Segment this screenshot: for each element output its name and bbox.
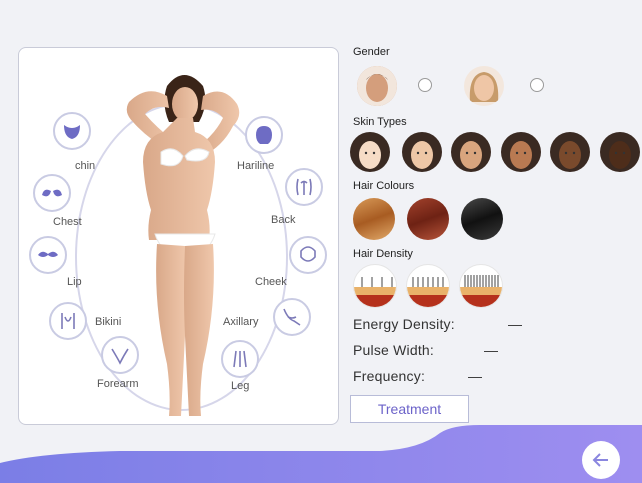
footer-wave — [0, 425, 642, 483]
hair-colour-red[interactable] — [407, 198, 449, 240]
skin-type-3[interactable] — [451, 132, 491, 172]
face-icon — [350, 132, 390, 172]
back-icon — [296, 178, 312, 196]
gender-female-avatar[interactable] — [464, 66, 504, 106]
legs-icon — [233, 350, 247, 368]
bikini-icon — [61, 313, 75, 329]
face-icon — [550, 132, 590, 172]
hair-density-medium[interactable] — [406, 264, 450, 308]
hair-colour-blonde[interactable] — [353, 198, 395, 240]
beard-icon — [64, 125, 80, 139]
skin-type-5[interactable] — [550, 132, 590, 172]
zone-chin-label: chin — [75, 160, 96, 172]
zone-leg-label: Leg — [231, 380, 250, 392]
zone-chin-button[interactable] — [53, 112, 91, 150]
zone-hairline-label: Hariline — [237, 160, 275, 172]
arrow-left-icon — [592, 453, 608, 467]
face-icon — [300, 246, 316, 262]
zone-lip-label: Lip — [67, 276, 82, 288]
woman-head-icon — [256, 126, 272, 144]
pulse-width-label: Pulse Width: — [353, 342, 434, 358]
gender-male-avatar[interactable] — [357, 66, 397, 106]
zone-back-label: Back — [271, 214, 296, 226]
zone-forearm-button[interactable] — [101, 336, 139, 374]
gender-title: Gender — [353, 46, 390, 58]
zone-bikini-label: Bikini — [95, 316, 122, 328]
skin-types-title: Skin Types — [353, 116, 407, 128]
frequency-label: Frequency: — [353, 368, 426, 384]
zone-forearm-label: Forearm — [97, 378, 139, 390]
zone-back-button[interactable] — [285, 168, 323, 206]
hair-density-title: Hair Density — [353, 248, 413, 260]
treatment-button[interactable]: Treatment — [350, 395, 469, 423]
hair-colour-black[interactable] — [461, 198, 503, 240]
skin-type-6[interactable] — [600, 132, 640, 172]
female-face-icon — [464, 66, 504, 106]
skin-type-4[interactable] — [501, 132, 541, 172]
density-high-icon — [460, 275, 502, 307]
hair-density-high[interactable] — [459, 264, 503, 308]
forearm-icon — [111, 348, 129, 365]
hair-colours-title: Hair Colours — [353, 180, 415, 192]
zone-chest-label: Chest — [53, 216, 82, 228]
face-icon — [451, 132, 491, 172]
zone-chest-button[interactable] — [33, 174, 71, 212]
frequency-value: — — [468, 368, 483, 384]
face-icon — [402, 132, 442, 172]
zone-leg-button[interactable] — [221, 340, 259, 378]
bra-icon — [42, 189, 62, 197]
hair-density-low[interactable] — [353, 264, 397, 308]
zone-cheek-label: Cheek — [255, 276, 287, 288]
male-face-icon — [357, 66, 397, 106]
gender-male-radio[interactable] — [418, 78, 432, 92]
mustache-icon — [38, 251, 58, 257]
zone-lip-button[interactable] — [29, 236, 67, 274]
face-icon — [600, 132, 640, 172]
body-zone-panel: chin Chest Lip Bikini Forearm Hariline B… — [18, 47, 339, 425]
zone-axillary-label: Axillary — [223, 316, 259, 328]
zone-bikini-button[interactable] — [49, 302, 87, 340]
face-icon — [501, 132, 541, 172]
energy-density-label: Energy Density: — [353, 316, 455, 332]
zone-cheek-button[interactable] — [289, 236, 327, 274]
gender-female-radio[interactable] — [530, 78, 544, 92]
pulse-width-value: — — [484, 342, 499, 358]
density-low-icon — [354, 277, 396, 307]
energy-density-value: — — [508, 316, 523, 332]
armpit-icon — [283, 308, 301, 326]
zone-axillary-button[interactable] — [273, 298, 311, 336]
back-button[interactable] — [582, 441, 620, 479]
zone-hairline-button[interactable] — [245, 116, 283, 154]
skin-type-1[interactable] — [350, 132, 390, 172]
skin-type-2[interactable] — [402, 132, 442, 172]
density-medium-icon — [407, 277, 449, 307]
